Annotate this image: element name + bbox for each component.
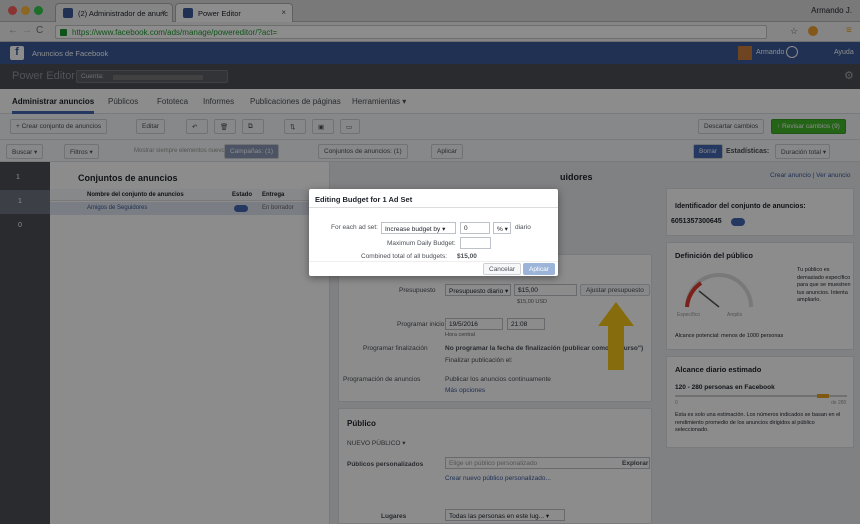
apply-button[interactable]: Aplicar	[523, 263, 555, 275]
budget-action-select[interactable]: Increase budget by ▾	[381, 222, 456, 234]
dialog-title: Editing Budget for 1 Ad Set	[315, 195, 413, 204]
cancel-button[interactable]: Cancelar	[483, 263, 522, 275]
max-daily-budget-input[interactable]	[460, 237, 491, 249]
unit-select[interactable]: % ▾	[493, 222, 511, 234]
amount-input[interactable]: 0	[460, 222, 490, 234]
edit-budget-dialog: Editing Budget for 1 Ad Set For each ad …	[309, 189, 558, 276]
divider	[309, 207, 558, 208]
divider	[309, 261, 558, 262]
